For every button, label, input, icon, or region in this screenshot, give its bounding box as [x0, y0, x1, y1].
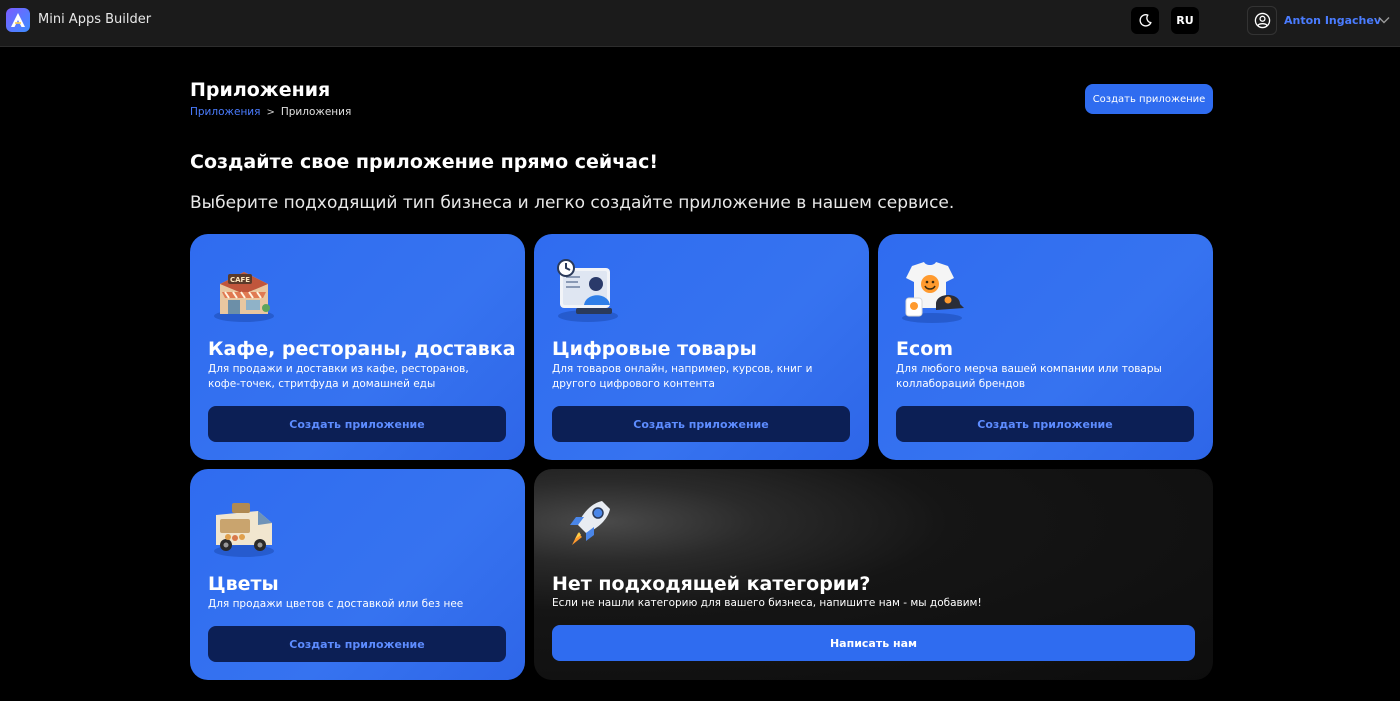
- card-title: Кафе, рестораны, доставка: [208, 338, 516, 360]
- section-subline: Выберите подходящий тип бизнеса и легко …: [190, 193, 955, 213]
- create-app-cafe-button[interactable]: Создать приложение: [208, 406, 506, 442]
- user-circle-icon: [1254, 12, 1270, 29]
- svg-text:CAFE: CAFE: [230, 276, 250, 284]
- category-card-digital: Цифровые товары Для товаров онлайн, напр…: [534, 234, 869, 460]
- theme-toggle-button[interactable]: [1131, 7, 1159, 34]
- create-app-ecom-button[interactable]: Создать приложение: [896, 406, 1194, 442]
- card-title: Нет подходящей категории?: [552, 573, 871, 595]
- top-bar: Mini Apps Builder RU Anton Ingachev: [0, 0, 1400, 47]
- breadcrumb-separator: >: [266, 106, 275, 118]
- user-avatar-button[interactable]: [1247, 6, 1277, 35]
- create-app-button[interactable]: Создать приложение: [1085, 84, 1213, 114]
- card-title: Ecom: [896, 338, 954, 360]
- category-card-cafe: CAFE Кафе, рестораны, доставка Для прода…: [190, 234, 525, 460]
- page-title: Приложения: [190, 79, 331, 101]
- card-description: Для товаров онлайн, например, курсов, кн…: [552, 363, 813, 390]
- card-description: Для любого мерча вашей компании или това…: [896, 363, 1162, 390]
- language-button[interactable]: RU: [1171, 7, 1199, 34]
- breadcrumb: Приложения > Приложения: [190, 106, 351, 118]
- card-description: Если не нашли категорию для вашего бизне…: [552, 597, 982, 609]
- user-name: Anton Ingachev: [1284, 14, 1382, 27]
- rocket-icon: [570, 501, 610, 545]
- breadcrumb-link-apps[interactable]: Приложения: [190, 106, 260, 118]
- create-app-digital-button[interactable]: Создать приложение: [552, 406, 850, 442]
- chevron-down-icon[interactable]: [1377, 14, 1391, 26]
- category-card-flowers: Цветы Для продажи цветов с доставкой или…: [190, 469, 525, 680]
- section-headline: Создайте свое приложение прямо сейчас!: [190, 151, 658, 173]
- cafe-icon: CAFE: [214, 272, 274, 322]
- card-description: Для продажи цветов с доставкой или без н…: [208, 598, 464, 610]
- app-name[interactable]: Mini Apps Builder: [38, 12, 151, 27]
- card-title: Цветы: [208, 573, 279, 595]
- card-description: Для продажи и доставки из кафе, ресторан…: [208, 363, 469, 390]
- app-logo-icon[interactable]: [6, 8, 30, 32]
- merch-icon: [902, 262, 964, 323]
- contact-us-button[interactable]: Написать нам: [552, 625, 1195, 661]
- card-title: Цифровые товары: [552, 338, 757, 360]
- create-app-flowers-button[interactable]: Создать приложение: [208, 626, 506, 662]
- user-menu[interactable]: Anton Ingachev: [1247, 6, 1393, 35]
- custom-category-card: Нет подходящей категории? Если не нашли …: [534, 469, 1213, 680]
- flower-van-icon: [214, 503, 274, 557]
- online-course-icon: [557, 259, 618, 322]
- moon-icon: [1139, 14, 1152, 27]
- category-card-ecom: Ecom Для любого мерча вашей компании или…: [878, 234, 1213, 460]
- breadcrumb-current: Приложения: [280, 106, 352, 118]
